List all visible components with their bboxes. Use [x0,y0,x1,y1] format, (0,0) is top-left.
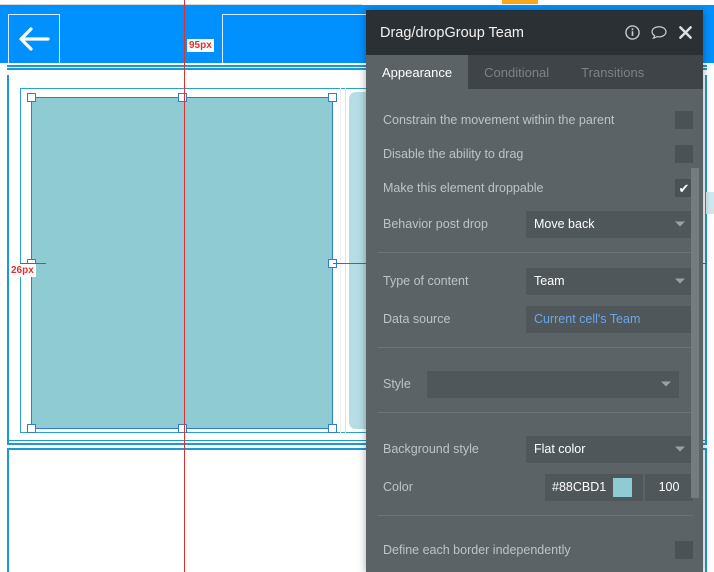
background-style-value: Flat color [534,442,586,456]
section-divider-1 [378,252,695,253]
back-button[interactable] [8,14,60,64]
row-define-border[interactable]: Define each border independently [366,533,703,567]
chevron-down-icon [675,278,685,284]
tab-conditional[interactable]: Conditional [468,55,565,89]
panel-titlebar: Drag/dropGroup Team [366,10,703,55]
resize-handle-top-right[interactable] [328,93,337,102]
info-icon[interactable] [625,25,640,40]
behavior-post-drop-dropdown[interactable]: Move back [526,210,693,238]
row-data-source[interactable]: Data source Current cell's Team [366,300,703,338]
resize-handle-top-center[interactable] [178,93,187,102]
screen: ドラッグ 95px 26px Drag/dropGrou [0,0,714,572]
row-behavior-post-drop[interactable]: Behavior post drop Move back [366,205,703,243]
panel-tabs: Appearance Conditional Transitions [366,55,703,89]
behavior-post-drop-label: Behavior post drop [383,217,488,231]
chevron-down-icon [675,446,685,452]
repeating-group-line-a [340,88,341,433]
type-of-content-dropdown[interactable]: Team [526,267,693,295]
disable-drag-label: Disable the ability to drag [383,147,524,161]
panel-title-icons [625,25,693,40]
row-type-of-content[interactable]: Type of content Team [366,262,703,300]
section-divider-4 [378,515,695,516]
selection-outline [31,97,333,429]
close-icon[interactable] [678,25,693,40]
row-style[interactable]: Style [366,365,703,403]
resize-handle-bottom-right[interactable] [328,424,337,433]
background-style-dropdown[interactable]: Flat color [526,435,693,463]
color-swatch[interactable] [613,477,633,497]
panel-body: Constrain the movement within the parent… [366,89,703,572]
row-background-style[interactable]: Background style Flat color [366,430,703,468]
secondary-element-highlight [706,192,714,214]
color-hex-input[interactable]: #88CBD1 [545,473,643,501]
resize-handle-bottom-center[interactable] [178,424,187,433]
repeating-group-line-b [345,88,346,433]
panel-scrollbar-track[interactable] [691,89,701,572]
panel-scrollbar-thumb[interactable] [691,168,699,498]
color-controls: #88CBD1 100 [545,473,693,501]
define-border-checkbox[interactable] [675,541,693,559]
property-editor-panel[interactable]: Drag/dropGroup Team Appearance Condition… [366,10,703,572]
resize-handle-bottom-left[interactable] [27,424,36,433]
type-of-content-label: Type of content [383,274,469,288]
row-color[interactable]: Color #88CBD1 100 [366,468,703,506]
color-hex-value: #88CBD1 [552,480,607,494]
behavior-post-drop-value: Move back [534,217,595,231]
define-border-label: Define each border independently [383,543,571,557]
chevron-down-icon [661,381,671,387]
color-alpha-value: 100 [658,480,680,494]
chevron-down-icon [675,221,685,227]
tab-appearance[interactable]: Appearance [366,55,469,89]
data-source-value-field[interactable]: Current cell's Team [526,305,693,333]
comment-icon[interactable] [651,25,667,40]
row-constrain-movement[interactable]: Constrain the movement within the parent [366,103,703,137]
style-dropdown[interactable] [427,370,679,398]
background-style-label: Background style [383,442,479,456]
style-label: Style [383,377,411,391]
data-source-label: Data source [383,312,451,326]
row-disable-drag[interactable]: Disable the ability to drag [366,137,703,171]
active-tab-indicator [502,0,538,4]
color-alpha-input[interactable]: 100 [645,473,693,501]
measure-label-horizontal: 26px [9,264,36,277]
vertical-measure-guide [184,0,185,572]
tab-transitions[interactable]: Transitions [565,55,660,89]
row-make-droppable[interactable]: Make this element droppable ✔ [366,171,703,205]
type-of-content-value: Team [534,274,565,288]
constrain-movement-checkbox[interactable] [675,111,693,129]
panel-title: Drag/dropGroup Team [380,24,525,41]
section-divider-3 [378,412,695,413]
data-source-value: Current cell's Team [534,312,641,326]
constrain-movement-label: Constrain the movement within the parent [383,113,615,127]
resize-handle-top-left[interactable] [27,93,36,102]
arrow-left-icon [17,26,51,52]
disable-drag-checkbox[interactable] [675,145,693,163]
measure-label-vertical: 95px [187,39,214,52]
section-divider-2 [378,347,695,348]
make-droppable-label: Make this element droppable [383,181,544,195]
color-label: Color [383,480,413,494]
